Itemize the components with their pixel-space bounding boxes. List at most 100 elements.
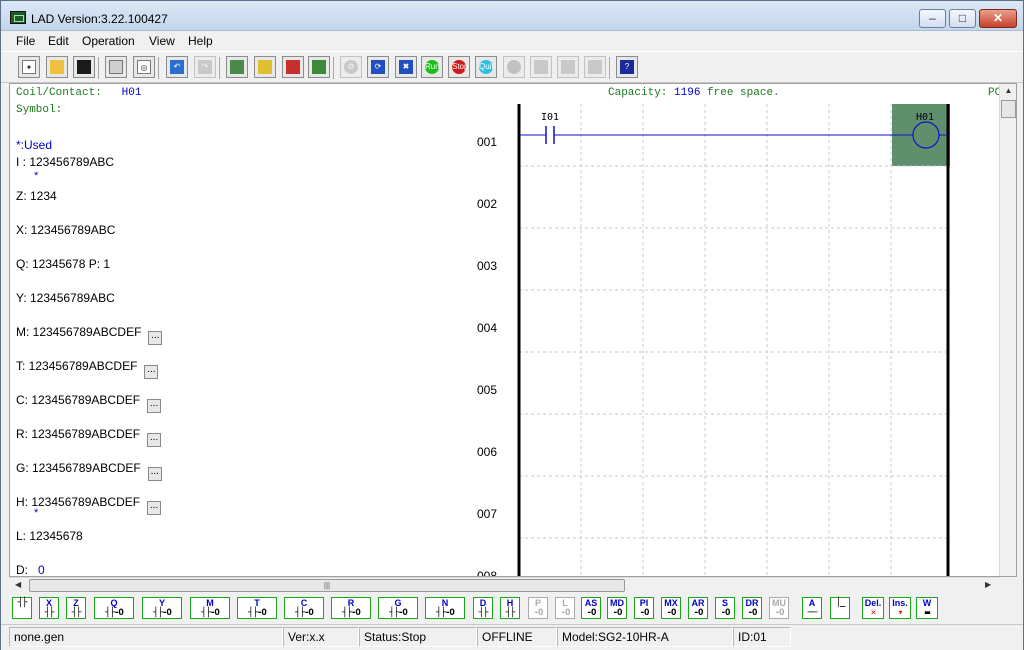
menu-edit[interactable]: Edit — [48, 34, 69, 48]
instruction-block-md-button[interactable]: MD -O — [607, 597, 627, 619]
instruction-symbol-icon: ┤├-O — [248, 608, 267, 618]
more-button[interactable]: ... — [147, 433, 162, 447]
tools-icon: ✖ — [399, 60, 413, 74]
instruction-block-pi-button[interactable]: PI -O — [634, 597, 654, 619]
instruction-line-vertical-button[interactable]: │_ — [830, 597, 850, 619]
horizontal-scrollbar[interactable]: ◀ ||| ▶ — [9, 577, 999, 593]
used-row: R: 123456789ABCDEF... — [16, 427, 162, 447]
coil-contact-label: Coil/Contact: — [16, 87, 102, 99]
instruction-symbol-icon: ┤├ — [71, 608, 82, 618]
instruction-contact-no-button[interactable]: ┤├ — [12, 597, 32, 619]
write-button[interactable] — [584, 56, 606, 78]
title-bar[interactable]: LAD Version:3.22.100427 – □ ✕ — [1, 1, 1023, 31]
menu-file[interactable]: File — [16, 34, 35, 48]
instruction-block-s-button[interactable]: S -O — [715, 597, 735, 619]
quit-button[interactable]: Quit — [475, 56, 497, 78]
quit-icon: Quit — [479, 60, 494, 74]
used-label: *:Used — [16, 138, 53, 152]
toolbar-separator — [333, 57, 334, 79]
instruction-insert-button[interactable]: Ins. ▾ — [889, 597, 911, 619]
instruction-coil-p-button[interactable]: P -O — [528, 597, 548, 619]
toolbar: ✦ ◎ ↶ ↷ ⚙ ⟳ ✖ Run Stop Quit? — [1, 51, 1023, 83]
instruction-coil-y-button[interactable]: Y ┤├-O — [142, 597, 182, 619]
minimize-button[interactable]: – — [919, 9, 946, 28]
stop-button[interactable]: Stop — [448, 56, 470, 78]
instruction-symbol-icon: -O — [533, 608, 544, 618]
instruction-coil-q-button[interactable]: Q ┤├-O — [94, 597, 134, 619]
instruction-coil-m-button[interactable]: M ┤├-O — [190, 597, 230, 619]
read-button[interactable] — [557, 56, 579, 78]
instruction-coil-r-button[interactable]: R ┤├-O — [331, 597, 371, 619]
instruction-block-mu-button[interactable]: MU -O — [769, 597, 789, 619]
application-window: LAD Version:3.22.100427 – □ ✕ File Edit … — [0, 0, 1024, 650]
vertical-scroll-thumb[interactable] — [1001, 100, 1016, 118]
tools-button[interactable]: ✖ — [395, 56, 417, 78]
more-button[interactable]: ... — [147, 399, 162, 413]
instruction-contact-h-button[interactable]: H ┤├ — [500, 597, 520, 619]
scroll-left-arrow-icon[interactable]: ◀ — [15, 580, 21, 589]
vertical-scrollbar[interactable]: ▲ — [999, 84, 1016, 576]
instruction-symbol-icon: ┤├-O — [389, 608, 408, 618]
instruction-line-horizontal-button[interactable]: A ── — [802, 597, 822, 619]
instruction-write-button[interactable]: W ▬ — [916, 597, 938, 619]
ladder-diagram[interactable]: I01 H01 — [517, 104, 950, 577]
more-button[interactable]: ... — [144, 365, 159, 379]
run-button[interactable]: Run — [421, 56, 443, 78]
instruction-coil-t-button[interactable]: T ┤├-O — [237, 597, 277, 619]
instruction-contact-x-button[interactable]: X ┤├ — [39, 597, 59, 619]
ladder-editor: Coil/Contact: H01 Symbol: Capacity: 1196… — [9, 83, 1017, 577]
transfer-button[interactable]: ⟳ — [367, 56, 389, 78]
used-star-marker: * — [34, 170, 39, 182]
close-button[interactable]: ✕ — [979, 9, 1017, 28]
print-preview-button[interactable]: ◎ — [133, 56, 155, 78]
used-row: T: 123456789ABCDEF... — [16, 359, 159, 379]
horizontal-scroll-thumb[interactable]: ||| — [29, 579, 625, 592]
open-folder-icon — [50, 60, 64, 74]
instruction-contact-d-button[interactable]: D ┤├ — [473, 597, 493, 619]
ladder-view-icon — [230, 60, 244, 74]
save-button[interactable] — [73, 56, 95, 78]
function-block-button[interactable] — [254, 56, 276, 78]
menu-help[interactable]: Help — [188, 34, 213, 48]
menu-bar: File Edit Operation View Help — [1, 31, 1023, 51]
simulate-button[interactable] — [530, 56, 552, 78]
hmi-button[interactable] — [282, 56, 304, 78]
scroll-up-arrow-icon[interactable]: ▲ — [1002, 86, 1015, 95]
instruction-delete-button[interactable]: Del. ✕ — [862, 597, 884, 619]
print-button[interactable] — [105, 56, 127, 78]
instruction-block-mx-button[interactable]: MX -O — [661, 597, 681, 619]
instruction-label: Y — [158, 598, 165, 608]
more-button[interactable]: ... — [148, 331, 163, 345]
monitor-button[interactable] — [308, 56, 330, 78]
status-connection: OFFLINE — [477, 627, 557, 647]
maximize-button[interactable]: □ — [949, 9, 976, 28]
open-folder-button[interactable] — [46, 56, 68, 78]
instruction-block-as-button[interactable]: AS -O — [581, 597, 601, 619]
instruction-coil-n-button[interactable]: N ┤├-O — [425, 597, 465, 619]
print-preview-icon: ◎ — [137, 60, 151, 74]
record-button[interactable] — [503, 56, 525, 78]
new-file-button[interactable]: ✦ — [18, 56, 40, 78]
used-row-text: X: 123456789ABC — [16, 223, 116, 237]
menu-operation[interactable]: Operation — [82, 34, 135, 48]
undo-button[interactable]: ↶ — [166, 56, 188, 78]
status-model: Model:SG2-10HR-A — [557, 627, 733, 647]
instruction-coil-c-button[interactable]: C ┤├-O — [284, 597, 324, 619]
help-icon: ? — [620, 60, 634, 74]
instruction-coil-g-button[interactable]: G ┤├-O — [378, 597, 418, 619]
run-icon: Run — [425, 60, 440, 74]
connect-button[interactable]: ⚙ — [340, 56, 362, 78]
instruction-block-dr-button[interactable]: DR -O — [742, 597, 762, 619]
help-button[interactable]: ? — [616, 56, 638, 78]
scroll-right-arrow-icon[interactable]: ▶ — [985, 580, 991, 589]
menu-view[interactable]: View — [149, 34, 175, 48]
instruction-symbol-icon: ── — [807, 608, 818, 618]
instruction-symbol-icon: ┤├-O — [436, 608, 455, 618]
ladder-view-button[interactable] — [226, 56, 248, 78]
redo-button[interactable]: ↷ — [194, 56, 216, 78]
instruction-coil-l-button[interactable]: L -O — [555, 597, 575, 619]
instruction-block-ar-button[interactable]: AR -O — [688, 597, 708, 619]
more-button[interactable]: ... — [147, 501, 162, 515]
instruction-contact-z-button[interactable]: Z ┤├ — [66, 597, 86, 619]
more-button[interactable]: ... — [147, 467, 162, 481]
